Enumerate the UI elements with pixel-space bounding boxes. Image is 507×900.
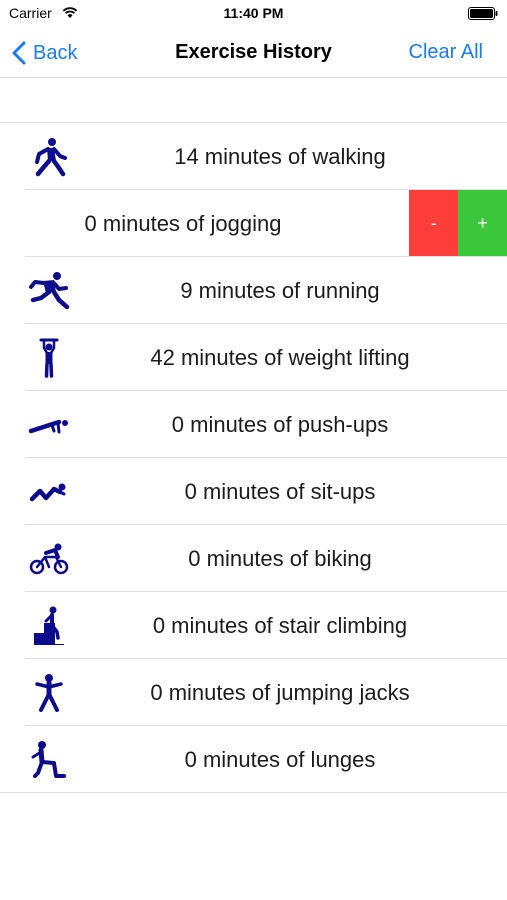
exercise-row-lunges[interactable]: 0 minutes of lunges — [0, 726, 507, 793]
status-bar: Carrier 11:40 PM — [0, 0, 507, 28]
exercise-row-jogging[interactable]: 0 minutes of jogging - + — [0, 190, 507, 257]
exercise-label: 42 minutes of weight lifting — [150, 345, 410, 370]
exercise-list: 14 minutes of walking 0 minutes of joggi… — [0, 122, 507, 793]
exercise-label: 0 minutes of lunges — [184, 747, 376, 772]
exercise-label: 0 minutes of sit-ups — [184, 479, 376, 504]
exercise-label: 0 minutes of stair climbing — [152, 613, 408, 638]
exercise-label: 0 minutes of biking — [188, 546, 372, 571]
exercise-row-running[interactable]: 9 minutes of running — [0, 257, 507, 324]
exercise-label: 0 minutes of push-ups — [171, 412, 389, 437]
exercise-row-jumping-jacks[interactable]: 0 minutes of jumping jacks — [0, 659, 507, 726]
exercise-label: 9 minutes of running — [180, 278, 380, 303]
navigation-bar: Back Exercise History Clear All — [0, 28, 507, 78]
clear-all-button[interactable]: Clear All — [409, 41, 483, 64]
exercise-label: 0 minutes of jogging — [84, 211, 282, 236]
exercise-row-sit-ups[interactable]: 0 minutes of sit-ups — [0, 458, 507, 525]
exercise-row-push-ups[interactable]: 0 minutes of push-ups — [0, 391, 507, 458]
exercise-label: 0 minutes of jumping jacks — [150, 680, 410, 705]
exercise-row-biking[interactable]: 0 minutes of biking — [0, 525, 507, 592]
increase-minutes-button[interactable]: + — [458, 190, 507, 256]
exercise-row-weight-lifting[interactable]: 42 minutes of weight lifting — [0, 324, 507, 391]
clock-time: 11:40 PM — [223, 5, 284, 21]
battery-icon — [468, 7, 498, 20]
exercise-row-walking[interactable]: 14 minutes of walking — [0, 123, 507, 190]
decrease-minutes-button[interactable]: - — [409, 190, 458, 256]
exercise-row-stair-climbing[interactable]: 0 minutes of stair climbing — [0, 592, 507, 659]
exercise-label: 14 minutes of walking — [174, 144, 386, 169]
